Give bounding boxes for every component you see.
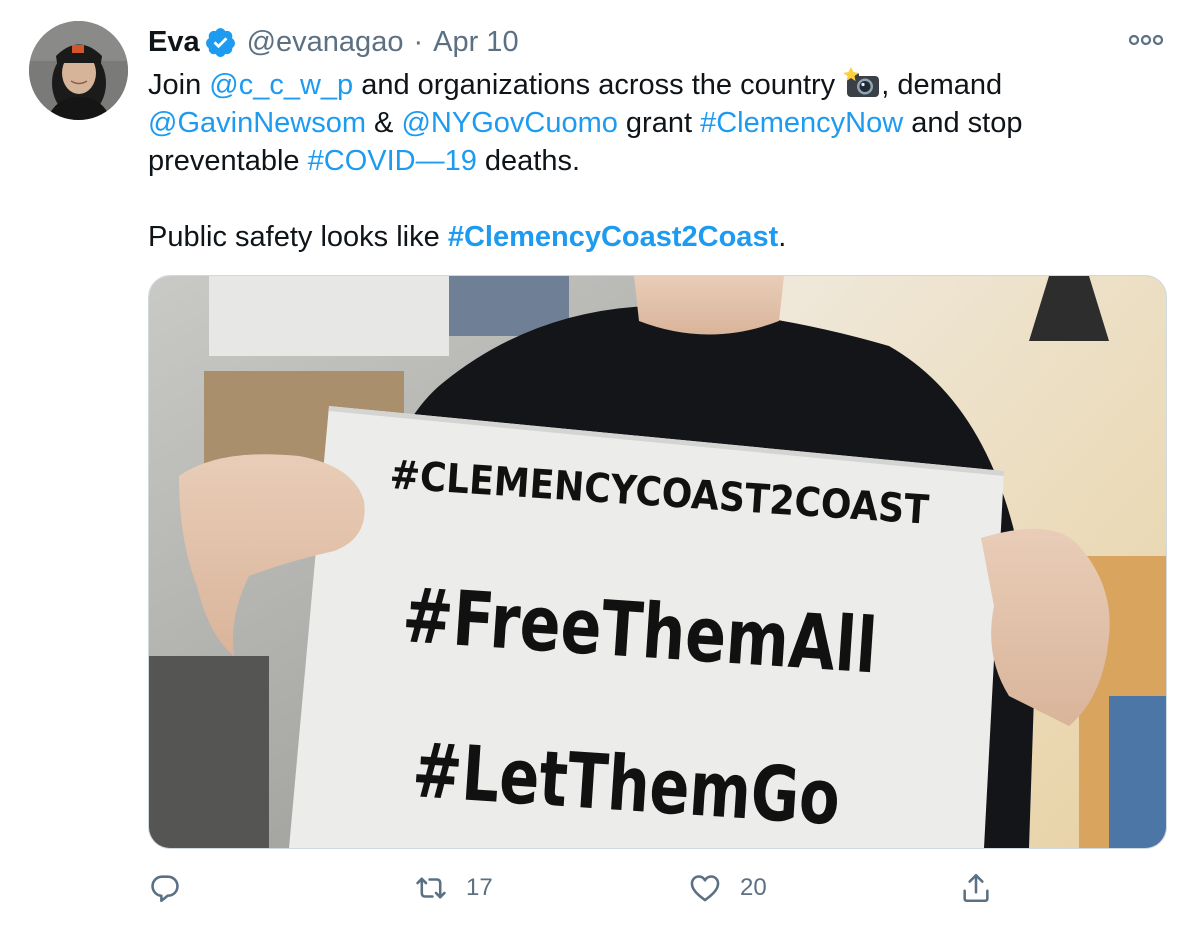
camera-with-flash-icon bbox=[843, 67, 880, 97]
text-span: . bbox=[778, 221, 787, 253]
like-icon bbox=[690, 875, 720, 902]
tweet-header: Eva @evanagao · Apr 10 bbox=[148, 22, 519, 62]
separator-dot: · bbox=[413, 25, 424, 58]
text-span: Join bbox=[148, 69, 210, 101]
text-span: & bbox=[366, 107, 402, 139]
retweet-count: 17 bbox=[466, 874, 493, 901]
hashtag-link[interactable]: #ClemencyCoast2Coast bbox=[448, 221, 778, 253]
retweet-button[interactable]: 17 bbox=[414, 866, 493, 910]
share-icon bbox=[963, 873, 989, 903]
tweet-paragraph-2: Public safety looks like #ClemencyCoast2… bbox=[148, 218, 1168, 256]
text-span: Public safety looks like bbox=[148, 221, 448, 253]
tweet[interactable]: Eva @evanagao · Apr 10 Join @c_c_w_p and… bbox=[0, 0, 1196, 928]
retweet-icon bbox=[416, 877, 446, 899]
verified-badge-icon bbox=[205, 27, 235, 57]
text-span: , demand bbox=[881, 69, 1003, 101]
tweet-photo[interactable]: #CLEMENCYCOAST2COAST #FreeThemAll #LetTh… bbox=[148, 275, 1167, 849]
display-name[interactable]: Eva bbox=[148, 26, 200, 59]
text-span: grant bbox=[617, 107, 701, 139]
reply-button[interactable] bbox=[148, 866, 200, 910]
hashtag-link[interactable]: #COVID—19 bbox=[308, 145, 477, 177]
avatar[interactable] bbox=[29, 21, 128, 120]
tweet-date[interactable]: Apr 10 bbox=[433, 26, 518, 59]
more-icon[interactable] bbox=[1126, 30, 1166, 50]
like-button[interactable]: 20 bbox=[688, 866, 767, 910]
tweet-paragraph-1: Join @c_c_w_p and organizations across t… bbox=[148, 66, 1168, 180]
photo-scene: #CLEMENCYCOAST2COAST #FreeThemAll #LetTh… bbox=[149, 276, 1166, 848]
share-button[interactable] bbox=[959, 866, 993, 910]
tweet-actions: 17 20 bbox=[0, 866, 1196, 910]
handle[interactable]: @evanagao bbox=[247, 26, 404, 59]
mention-link[interactable]: @NYGovCuomo bbox=[401, 107, 617, 139]
reply-icon bbox=[151, 875, 179, 903]
tweet-text: Join @c_c_w_p and organizations across t… bbox=[148, 66, 1168, 256]
mention-link[interactable]: @GavinNewsom bbox=[148, 107, 366, 139]
mention-link[interactable]: @c_c_w_p bbox=[209, 69, 353, 101]
avatar-image bbox=[29, 21, 128, 120]
hashtag-link[interactable]: #ClemencyNow bbox=[700, 107, 903, 139]
like-count: 20 bbox=[740, 874, 767, 901]
text-span: deaths. bbox=[476, 145, 581, 177]
text-span: and organizations across the country bbox=[353, 69, 844, 101]
